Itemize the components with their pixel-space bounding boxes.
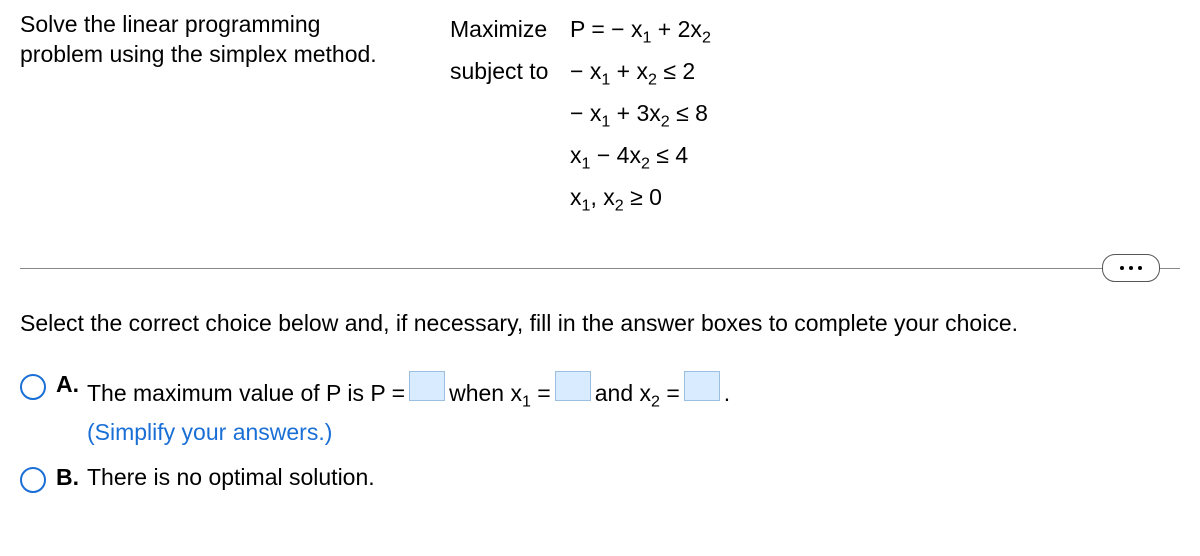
answer-box-x2[interactable] bbox=[684, 371, 720, 401]
section-divider bbox=[20, 268, 1180, 269]
choice-a-label[interactable]: A. bbox=[56, 371, 79, 398]
problem-prompt: Solve the linear programming problem usi… bbox=[20, 10, 390, 220]
choice-a: A. The maximum value of P is P = when x1… bbox=[20, 371, 1180, 447]
choice-a-text-1: The maximum value of P is P = bbox=[87, 380, 405, 407]
maximize-label: Maximize bbox=[450, 10, 570, 49]
constraint-3: x1 − 4x2 ≤ 4 bbox=[570, 136, 688, 178]
choice-b-label[interactable]: B. bbox=[56, 464, 79, 491]
constraint-2: − x1 + 3x2 ≤ 8 bbox=[570, 94, 708, 136]
choice-a-period: . bbox=[724, 380, 730, 407]
answer-box-x1[interactable] bbox=[555, 371, 591, 401]
simplify-note: (Simplify your answers.) bbox=[87, 419, 1180, 446]
choice-b-text: There is no optimal solution. bbox=[87, 464, 375, 490]
nonneg-constraint: x1, x2 ≥ 0 bbox=[570, 178, 662, 220]
lp-formulation: Maximize P = − x1 + 2x2 subject to − x1 … bbox=[450, 10, 711, 220]
choice-b: B. There is no optimal solution. bbox=[20, 464, 1180, 493]
more-options-button[interactable] bbox=[1102, 254, 1160, 282]
answer-box-p[interactable] bbox=[409, 371, 445, 401]
constraint-1: − x1 + x2 ≤ 2 bbox=[570, 52, 695, 94]
choice-a-text-3: and x2 = bbox=[595, 380, 680, 412]
radio-b[interactable] bbox=[20, 467, 46, 493]
subject-to-label: subject to bbox=[450, 52, 570, 91]
answer-instruction: Select the correct choice below and, if … bbox=[20, 310, 1180, 337]
radio-a[interactable] bbox=[20, 374, 46, 400]
objective-function: P = − x1 + 2x2 bbox=[570, 10, 711, 52]
choice-a-text-2: when x1 = bbox=[449, 380, 551, 412]
